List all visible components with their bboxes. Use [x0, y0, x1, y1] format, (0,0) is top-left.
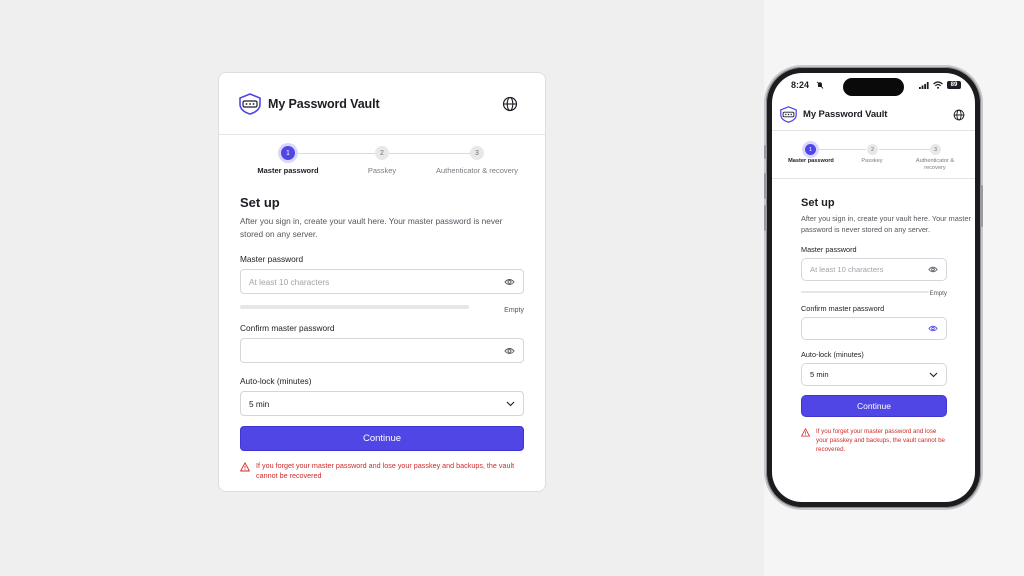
warning-icon [240, 462, 250, 472]
setup-form: Set up After you sign in, create your va… [219, 185, 545, 481]
strength-bar [240, 304, 469, 309]
step-3-label: Authenticator & recovery [915, 158, 955, 171]
vault-logo-icon [239, 92, 261, 115]
autolock-value: 5 min [249, 398, 270, 409]
strength-meter: Empty [801, 286, 947, 297]
mobile-header: My Password Vault [772, 99, 975, 131]
phone-screen: 8:24 89 My Password Vault 1 2 3 Master p… [772, 73, 975, 502]
autolock-select[interactable]: 5 min [801, 363, 947, 386]
wifi-icon [933, 81, 943, 89]
setup-card: My Password Vault 1 2 3 Master password … [218, 72, 546, 492]
globe-icon[interactable] [502, 96, 518, 112]
warning-message: If you forget your master password and l… [801, 427, 947, 454]
strength-text: Empty [504, 307, 524, 314]
step-connector [295, 153, 375, 154]
step-1-dot[interactable]: 1 [805, 144, 816, 155]
step-connector [879, 149, 930, 150]
autolock-select[interactable]: 5 min [240, 391, 524, 416]
page-title: Set up [240, 195, 280, 210]
eye-icon[interactable] [928, 325, 938, 332]
master-password-label: Master password [801, 245, 857, 254]
step-2-label: Passkey [367, 166, 397, 175]
app-title: My Password Vault [268, 96, 380, 111]
chevron-down-icon [506, 401, 515, 406]
page-title: Set up [801, 197, 835, 209]
vault-logo-icon [780, 106, 797, 123]
mobile-setup-form: Set up After you sign in, create your va… [780, 183, 971, 454]
master-password-field[interactable]: At least 10 characters [240, 269, 524, 294]
strength-bar [801, 290, 930, 293]
phone-button [764, 145, 767, 159]
app-title: My Password Vault [803, 109, 888, 120]
mobile-stepper: 1 2 3 Master password Passkey Authentica… [772, 131, 975, 179]
strength-text: Empty [929, 290, 947, 297]
warning-text: If you forget your master password and l… [256, 461, 515, 480]
warning-icon [801, 428, 810, 437]
card-header: My Password Vault [219, 73, 545, 135]
globe-icon[interactable] [953, 109, 965, 121]
continue-button[interactable]: Continue [240, 426, 524, 451]
autolock-label: Auto-lock (minutes) [801, 350, 864, 359]
confirm-password-field[interactable] [801, 317, 947, 340]
phone-button [764, 205, 767, 231]
step-1-label: Master password [788, 158, 834, 164]
chevron-down-icon [929, 372, 938, 377]
step-1-label: Master password [257, 166, 319, 175]
page-description: After you sign in, create your vault her… [240, 216, 503, 239]
page-description: After you sign in, create your vault her… [801, 214, 971, 234]
step-connector [816, 149, 866, 150]
step-2-label: Passkey [861, 158, 883, 164]
signal-icon [919, 82, 929, 89]
stepper: 1 2 3 Master password Passkey Authentica… [219, 135, 545, 185]
eye-icon[interactable] [928, 266, 938, 273]
step-2-dot[interactable]: 2 [375, 146, 389, 160]
battery-indicator: 89 [947, 81, 961, 89]
master-password-field[interactable]: At least 10 characters [801, 258, 947, 281]
step-3-dot[interactable]: 3 [930, 144, 941, 155]
bell-muted-icon [816, 81, 824, 89]
status-time: 8:24 [791, 80, 810, 90]
status-bar: 8:24 89 [772, 80, 975, 94]
master-password-label: Master password [240, 254, 304, 264]
continue-button[interactable]: Continue [801, 395, 947, 417]
confirm-password-field[interactable] [240, 338, 524, 363]
strength-meter: Empty [240, 299, 524, 314]
confirm-password-label: Confirm master password [240, 323, 335, 333]
master-password-placeholder: At least 10 characters [810, 265, 884, 274]
autolock-value: 5 min [810, 370, 829, 379]
autolock-label: Auto-lock (minutes) [240, 376, 312, 386]
step-1-dot[interactable]: 1 [281, 146, 295, 160]
eye-icon[interactable] [504, 347, 515, 355]
warning-message: If you forget your master password and l… [240, 461, 524, 481]
eye-icon[interactable] [504, 278, 515, 286]
phone-button [980, 185, 983, 227]
step-2-dot[interactable]: 2 [867, 144, 878, 155]
master-password-placeholder: At least 10 characters [249, 276, 330, 287]
phone-frame: 8:24 89 My Password Vault 1 2 3 Master p… [764, 67, 983, 508]
phone-button [764, 173, 767, 199]
confirm-password-label: Confirm master password [801, 304, 885, 313]
step-connector [389, 153, 477, 154]
step-3-dot[interactable]: 3 [470, 146, 484, 160]
warning-text: If you forget your master password and l… [816, 428, 945, 453]
step-3-label: Authenticator & recovery [435, 166, 519, 175]
